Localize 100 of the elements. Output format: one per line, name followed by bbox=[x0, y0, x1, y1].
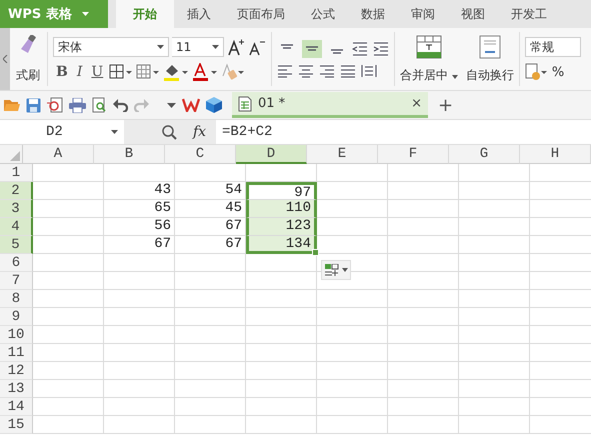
align-center-icon[interactable] bbox=[298, 64, 314, 78]
row-header[interactable]: 13 bbox=[0, 380, 33, 398]
row-header[interactable]: 6 bbox=[0, 254, 33, 272]
table-cell bbox=[317, 218, 388, 236]
fill-handle[interactable] bbox=[312, 249, 319, 256]
row-header[interactable]: 2 bbox=[0, 182, 33, 200]
underline-button[interactable]: U bbox=[88, 64, 106, 80]
table-cell: 110 bbox=[246, 200, 317, 218]
print-icon[interactable] bbox=[69, 98, 86, 112]
table-cell bbox=[33, 380, 104, 398]
print-preview-icon[interactable] bbox=[92, 97, 107, 113]
borders-icon[interactable] bbox=[109, 64, 134, 80]
column-header[interactable]: E bbox=[307, 145, 378, 164]
table-cell bbox=[33, 164, 104, 182]
merge-cells-icon[interactable] bbox=[416, 34, 442, 58]
row-header[interactable]: 7 bbox=[0, 272, 33, 290]
ribbon-tab[interactable]: 数据 bbox=[348, 0, 398, 28]
undo-icon[interactable] bbox=[113, 98, 128, 112]
percent-button[interactable]: % bbox=[552, 64, 564, 80]
align-right-icon[interactable] bbox=[319, 64, 335, 78]
row-header[interactable]: 14 bbox=[0, 398, 33, 416]
column-header[interactable]: A bbox=[23, 145, 94, 164]
increase-font-icon[interactable] bbox=[227, 38, 245, 56]
save-icon[interactable] bbox=[26, 98, 41, 112]
cube-icon[interactable] bbox=[206, 97, 222, 113]
table-cell: 67 bbox=[104, 236, 175, 254]
insert-function-button[interactable]: fx bbox=[193, 124, 206, 140]
table-cell bbox=[459, 290, 530, 308]
paste-options-button[interactable] bbox=[321, 260, 351, 280]
currency-format-icon[interactable] bbox=[524, 63, 549, 81]
justify-icon[interactable] bbox=[340, 64, 356, 78]
row-header[interactable]: 8 bbox=[0, 290, 33, 308]
export-document-icon[interactable] bbox=[47, 97, 63, 113]
row-header[interactable]: 9 bbox=[0, 308, 33, 326]
collapse-handle[interactable] bbox=[0, 28, 10, 90]
table-cell bbox=[317, 380, 388, 398]
format-painter-label[interactable]: 式刷 bbox=[16, 66, 40, 84]
table-cell bbox=[459, 326, 530, 344]
align-left-icon[interactable] bbox=[277, 64, 293, 78]
row-header[interactable]: 15 bbox=[0, 416, 33, 434]
bold-button[interactable]: B bbox=[53, 64, 71, 80]
wrap-text-button[interactable]: 自动换行 bbox=[466, 66, 514, 84]
column-header[interactable]: D bbox=[236, 145, 307, 164]
table-cell bbox=[246, 308, 317, 326]
font-size-select[interactable]: 11 bbox=[172, 37, 224, 57]
font-color-icon[interactable] bbox=[192, 63, 218, 81]
table-cell bbox=[175, 164, 246, 182]
new-tab-button[interactable]: + bbox=[434, 94, 458, 116]
column-header[interactable]: H bbox=[520, 145, 591, 164]
wrap-text-icon[interactable] bbox=[478, 34, 501, 58]
table-cell bbox=[104, 416, 175, 434]
distributed-align-icon[interactable] bbox=[361, 64, 377, 78]
close-tab-button[interactable]: × bbox=[411, 96, 422, 111]
ribbon-tab[interactable]: 视图 bbox=[448, 0, 498, 28]
cell-style-icon[interactable] bbox=[136, 64, 160, 80]
decrease-indent-icon[interactable] bbox=[352, 42, 368, 56]
column-header[interactable]: B bbox=[94, 145, 165, 164]
row-header[interactable]: 10 bbox=[0, 326, 33, 344]
column-header[interactable]: C bbox=[165, 145, 236, 164]
wps-logo-icon[interactable] bbox=[182, 98, 200, 112]
ribbon-tab[interactable]: 开发工 bbox=[498, 0, 560, 28]
search-icon[interactable] bbox=[162, 124, 177, 140]
vertical-align-button[interactable] bbox=[302, 40, 322, 58]
ribbon-tab[interactable]: 开始 bbox=[116, 0, 174, 28]
merge-center-button[interactable]: 合并居中 bbox=[400, 66, 458, 84]
ribbon-tab[interactable]: 插入 bbox=[174, 0, 224, 28]
document-tab[interactable]: 01 * × bbox=[232, 92, 428, 118]
row-header[interactable]: 12 bbox=[0, 362, 33, 380]
table-cell bbox=[246, 344, 317, 362]
row-header[interactable]: 3 bbox=[0, 200, 33, 218]
ribbon-tab[interactable]: 审阅 bbox=[398, 0, 448, 28]
italic-button[interactable]: I bbox=[74, 64, 86, 80]
table-cell bbox=[246, 380, 317, 398]
column-header[interactable]: F bbox=[378, 145, 449, 164]
table-cell bbox=[33, 182, 104, 200]
table-cell bbox=[104, 164, 175, 182]
dropdown-icon[interactable] bbox=[167, 102, 176, 108]
table-cell bbox=[459, 236, 530, 254]
table-cell bbox=[459, 200, 530, 218]
row-header[interactable]: 11 bbox=[0, 344, 33, 362]
ribbon-tab[interactable]: 页面布局 bbox=[224, 0, 298, 28]
table-cell bbox=[33, 344, 104, 362]
row-header[interactable]: 4 bbox=[0, 218, 33, 236]
table-cell bbox=[175, 254, 246, 272]
number-format-select[interactable]: 常规 bbox=[524, 37, 581, 57]
table-cell bbox=[459, 308, 530, 326]
font-select[interactable]: 宋体 bbox=[53, 37, 169, 57]
increase-indent-icon[interactable] bbox=[373, 42, 389, 56]
row-header[interactable]: 1 bbox=[0, 164, 33, 182]
table-cell bbox=[388, 272, 459, 290]
table-cell bbox=[388, 290, 459, 308]
ribbon-tab[interactable]: 公式 bbox=[298, 0, 348, 28]
table-cell: 134 bbox=[246, 236, 317, 254]
table-cell bbox=[33, 362, 104, 380]
fill-color-icon[interactable] bbox=[163, 63, 190, 81]
row-header[interactable]: 5 bbox=[0, 236, 33, 254]
column-header[interactable]: G bbox=[449, 145, 520, 164]
table-cell bbox=[33, 218, 104, 236]
table-cell bbox=[388, 380, 459, 398]
table-cell bbox=[388, 362, 459, 380]
